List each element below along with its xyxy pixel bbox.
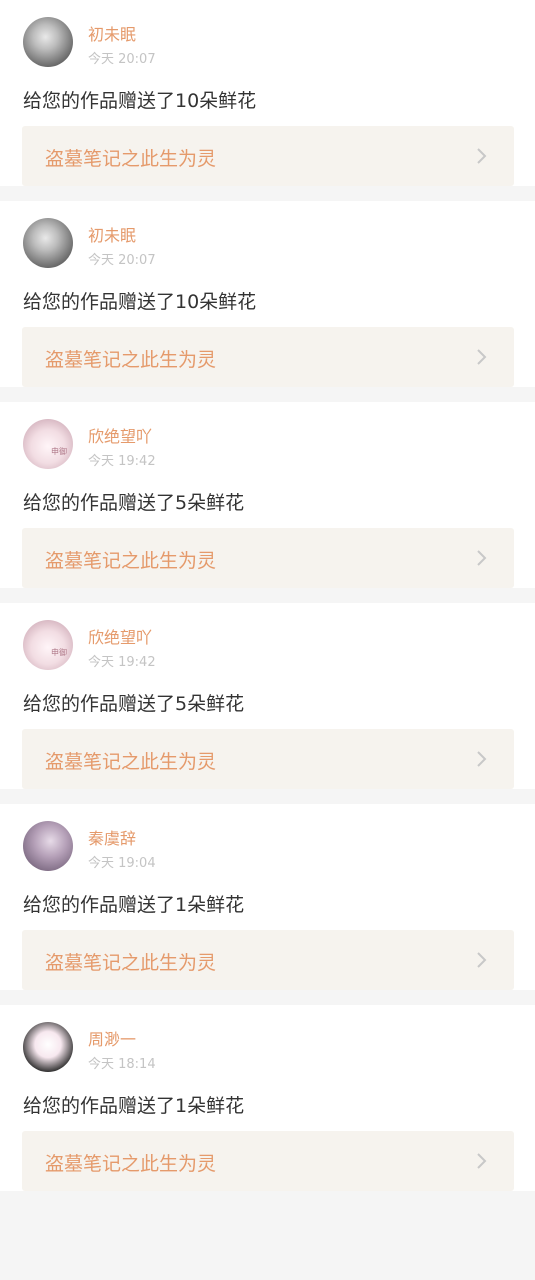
work-link[interactable]: 盗墓笔记之此生为灵	[22, 528, 514, 588]
work-title: 盗墓笔记之此生为灵	[45, 148, 217, 170]
user-name[interactable]: 欣绝望吖	[88, 624, 152, 648]
avatar[interactable]: 申御	[23, 419, 73, 469]
notification-card: 申御 欣绝望吖 今天 19:42 给您的作品赠送了5朵鲜花 盗墓笔记之此生为灵	[0, 603, 535, 789]
timestamp: 今天 20:07	[88, 253, 156, 268]
notification-card: 初未眠 今天 20:07 给您的作品赠送了10朵鲜花 盗墓笔记之此生为灵	[0, 201, 535, 387]
notification-card: 初未眠 今天 20:07 给您的作品赠送了10朵鲜花 盗墓笔记之此生为灵	[0, 0, 535, 186]
chevron-right-icon	[477, 952, 487, 968]
work-title: 盗墓笔记之此生为灵	[45, 952, 217, 974]
timestamp: 今天 19:42	[88, 655, 156, 670]
work-link[interactable]: 盗墓笔记之此生为灵	[22, 327, 514, 387]
chevron-right-icon	[477, 550, 487, 566]
chevron-right-icon	[477, 751, 487, 767]
work-title: 盗墓笔记之此生为灵	[45, 751, 217, 773]
timestamp: 今天 19:04	[88, 856, 156, 871]
gift-message: 给您的作品赠送了1朵鲜花	[23, 894, 245, 916]
chevron-right-icon	[477, 349, 487, 365]
gift-message: 给您的作品赠送了10朵鲜花	[23, 90, 257, 112]
avatar[interactable]	[23, 1022, 73, 1072]
gift-message: 给您的作品赠送了1朵鲜花	[23, 1095, 245, 1117]
user-name[interactable]: 周渺一	[88, 1026, 136, 1050]
gift-message: 给您的作品赠送了5朵鲜花	[23, 492, 245, 514]
user-name[interactable]: 秦虞辞	[88, 825, 136, 849]
work-link[interactable]: 盗墓笔记之此生为灵	[22, 126, 514, 186]
work-link[interactable]: 盗墓笔记之此生为灵	[22, 930, 514, 990]
notification-card: 秦虞辞 今天 19:04 给您的作品赠送了1朵鲜花 盗墓笔记之此生为灵	[0, 804, 535, 990]
avatar[interactable]	[23, 17, 73, 67]
work-link[interactable]: 盗墓笔记之此生为灵	[22, 1131, 514, 1191]
avatar-badge: 申御	[51, 648, 67, 657]
notification-card: 申御 欣绝望吖 今天 19:42 给您的作品赠送了5朵鲜花 盗墓笔记之此生为灵	[0, 402, 535, 588]
avatar-badge: 申御	[51, 447, 67, 456]
timestamp: 今天 19:42	[88, 454, 156, 469]
work-title: 盗墓笔记之此生为灵	[45, 550, 217, 572]
chevron-right-icon	[477, 1153, 487, 1169]
avatar[interactable]	[23, 218, 73, 268]
chevron-right-icon	[477, 148, 487, 164]
notification-card: 周渺一 今天 18:14 给您的作品赠送了1朵鲜花 盗墓笔记之此生为灵	[0, 1005, 535, 1191]
work-title: 盗墓笔记之此生为灵	[45, 1153, 217, 1175]
notification-feed: 初未眠 今天 20:07 给您的作品赠送了10朵鲜花 盗墓笔记之此生为灵 初未眠…	[0, 0, 535, 1191]
work-title: 盗墓笔记之此生为灵	[45, 349, 217, 371]
timestamp: 今天 18:14	[88, 1057, 156, 1072]
gift-message: 给您的作品赠送了10朵鲜花	[23, 291, 257, 313]
gift-message: 给您的作品赠送了5朵鲜花	[23, 693, 245, 715]
user-name[interactable]: 欣绝望吖	[88, 423, 152, 447]
timestamp: 今天 20:07	[88, 52, 156, 67]
avatar[interactable]	[23, 821, 73, 871]
user-name[interactable]: 初未眠	[88, 222, 136, 246]
avatar[interactable]: 申御	[23, 620, 73, 670]
work-link[interactable]: 盗墓笔记之此生为灵	[22, 729, 514, 789]
user-name[interactable]: 初未眠	[88, 21, 136, 45]
